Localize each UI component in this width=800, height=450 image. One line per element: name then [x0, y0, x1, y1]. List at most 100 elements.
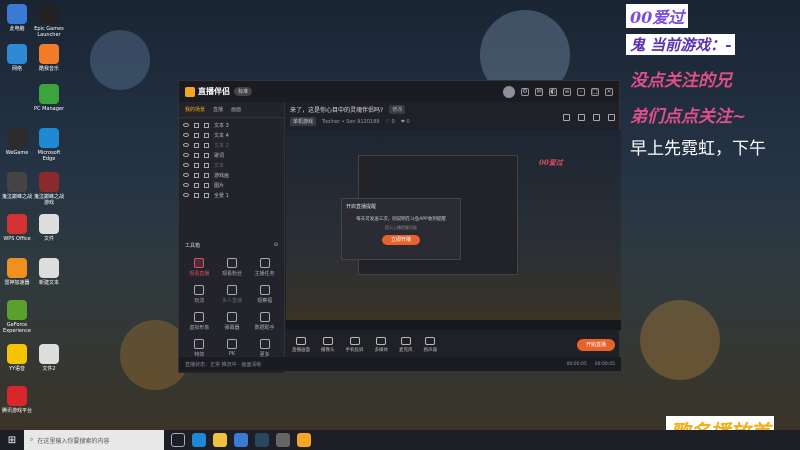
- maximize-icon[interactable]: □: [591, 87, 599, 96]
- lock-icon[interactable]: [194, 132, 199, 138]
- desktop-icon[interactable]: YY语音: [0, 344, 34, 372]
- desktop-icon[interactable]: 鬼泣巅峰之战: [0, 172, 34, 200]
- app-logo: 直播伴侣: [185, 86, 230, 97]
- room-title[interactable]: 来了，这是你心目中的灵魂伴侣吗?: [290, 105, 383, 114]
- desktop-icon[interactable]: 鬼泣巅峰之战游戏: [32, 172, 66, 206]
- scene-item[interactable]: 全景 1: [183, 190, 280, 200]
- explorer-icon[interactable]: [213, 433, 227, 447]
- eye-icon[interactable]: [183, 183, 189, 187]
- desktop-icon[interactable]: 腾讯游戏平台: [0, 386, 34, 414]
- desktop-icon[interactable]: 新建文本: [32, 258, 66, 286]
- minimize-icon[interactable]: –: [577, 87, 585, 96]
- eye-icon[interactable]: [183, 123, 189, 127]
- search-placeholder: 在这里输入你要搜索的内容: [37, 437, 110, 445]
- fullscreen-icon[interactable]: [593, 114, 600, 121]
- microphone-button[interactable]: 麦克风: [399, 337, 413, 353]
- app-shortcut-icon: [39, 214, 59, 234]
- lock-icon[interactable]: [194, 142, 199, 148]
- speaker-button[interactable]: 扬声器: [424, 337, 437, 353]
- app-shortcut-icon: [39, 4, 59, 24]
- menu-icon[interactable]: ≡: [563, 87, 571, 96]
- lock-icon[interactable]: [194, 172, 199, 178]
- eye-icon[interactable]: [183, 143, 189, 147]
- eye-icon[interactable]: [183, 133, 189, 137]
- toolbox-item[interactable]: 多人直播: [216, 285, 249, 304]
- scene-item[interactable]: 游戏画: [183, 170, 280, 180]
- desktop-icon[interactable]: Epic Games Launcher: [32, 4, 66, 38]
- windows-start-icon[interactable]: ⊞: [0, 430, 24, 450]
- toolbox-item[interactable]: 弹幕器: [216, 312, 249, 331]
- scene-item[interactable]: 图片: [183, 180, 280, 190]
- desktop-icon[interactable]: 此电脑: [0, 4, 34, 32]
- edit-title-button[interactable]: 修改: [389, 105, 406, 114]
- scene-label: 图片: [214, 182, 225, 189]
- desktop-icon[interactable]: WeGame: [0, 128, 34, 156]
- room-category[interactable]: 单机游戏: [290, 117, 317, 126]
- store-icon[interactable]: [234, 433, 248, 447]
- task-view-icon[interactable]: [171, 433, 185, 447]
- scene-item[interactable]: 文本 3: [183, 120, 280, 130]
- desktop-icon[interactable]: 酷我音乐: [32, 44, 66, 72]
- toolbox-item[interactable]: 玩法: [183, 285, 216, 304]
- lock-icon[interactable]: [194, 152, 199, 158]
- desktop-icon[interactable]: 文件: [32, 214, 66, 242]
- live-companion-taskbar-icon[interactable]: [297, 433, 311, 447]
- layout-icon[interactable]: [578, 114, 585, 121]
- lock-icon[interactable]: [194, 162, 199, 168]
- skin-icon[interactable]: ◐: [549, 87, 557, 96]
- toolbox-item[interactable]: 主播任务: [248, 258, 281, 277]
- lock-icon[interactable]: [194, 192, 199, 198]
- toolbox-item[interactable]: 更多: [248, 339, 281, 358]
- desktop-icon[interactable]: GeForce Experience: [0, 300, 34, 334]
- lock-icon[interactable]: [194, 122, 199, 128]
- source-type-icon: [204, 142, 209, 148]
- phone-cast-button[interactable]: 手机投屏: [346, 337, 364, 353]
- eye-icon[interactable]: [183, 193, 189, 197]
- desktop-icon[interactable]: WPS Office: [0, 214, 34, 242]
- app-icon[interactable]: [276, 433, 290, 447]
- desktop-icon[interactable]: Microsoft Edge: [32, 128, 66, 162]
- user-avatar[interactable]: [503, 85, 515, 98]
- tab-my-scenes[interactable]: 我的场景: [185, 106, 205, 113]
- stream-preview[interactable]: 00爱过 开启直播提醒 每天可发送三次，则说明在斗鱼APP收到提醒 提示上播提醒…: [286, 130, 621, 320]
- settings-icon[interactable]: ⚙: [521, 87, 529, 96]
- scene-item[interactable]: 歌词: [183, 150, 280, 160]
- eye-icon[interactable]: [183, 153, 189, 157]
- eye-icon[interactable]: [183, 173, 189, 177]
- scene-item[interactable]: 文本 2: [183, 140, 280, 150]
- lock-icon[interactable]: [194, 182, 199, 188]
- camera-button[interactable]: 摄像头: [321, 337, 335, 353]
- message-icon[interactable]: ✉: [535, 87, 543, 96]
- app-shortcut-icon: [7, 128, 27, 148]
- desktop-icon[interactable]: 文件2: [32, 344, 66, 372]
- scene-item[interactable]: 文本: [183, 160, 280, 170]
- toolbox-more-icon[interactable]: ⊙: [274, 242, 278, 249]
- tab-screen[interactable]: 画面: [231, 106, 241, 113]
- overlay-line-2: 鬼 当前游戏：-: [626, 34, 736, 55]
- dialog-start-button[interactable]: 立即开播: [382, 235, 420, 245]
- toolbox-item[interactable]: 数据助手: [248, 312, 281, 331]
- desktop-icon[interactable]: PC Manager: [32, 84, 66, 112]
- close-icon[interactable]: ×: [605, 87, 613, 96]
- taskbar-search[interactable]: ⌕ 在这里输入你要搜索的内容: [24, 430, 164, 450]
- scene-item[interactable]: 文本 4: [183, 130, 280, 140]
- toolbox-item[interactable]: PK: [216, 339, 249, 358]
- overlay-line-3: 没点关注的兄: [630, 71, 732, 91]
- steam-icon[interactable]: [255, 433, 269, 447]
- toolbox-item[interactable]: 观看粉丝: [216, 258, 249, 277]
- eye-icon[interactable]: [183, 163, 189, 167]
- desktop-icon[interactable]: 网络: [0, 44, 34, 72]
- toolbox-item[interactable]: 虚拟形象: [183, 312, 216, 331]
- share-icon[interactable]: [608, 114, 615, 121]
- tab-live[interactable]: 直播: [213, 106, 223, 113]
- lock-icon[interactable]: [563, 114, 570, 121]
- start-live-button[interactable]: 开始直播: [577, 339, 615, 351]
- toolbox-item[interactable]: 特效: [183, 339, 216, 358]
- screen-capture-button[interactable]: 直播画面: [292, 337, 310, 353]
- media-button[interactable]: 多媒体: [375, 337, 388, 353]
- toolbox-item[interactable]: 观看直播: [183, 258, 216, 277]
- version-badge[interactable]: 标准: [234, 87, 253, 96]
- toolbox-item[interactable]: 观察福: [248, 285, 281, 304]
- edge-icon[interactable]: [192, 433, 206, 447]
- desktop-icon[interactable]: 雷神加速器: [0, 258, 34, 286]
